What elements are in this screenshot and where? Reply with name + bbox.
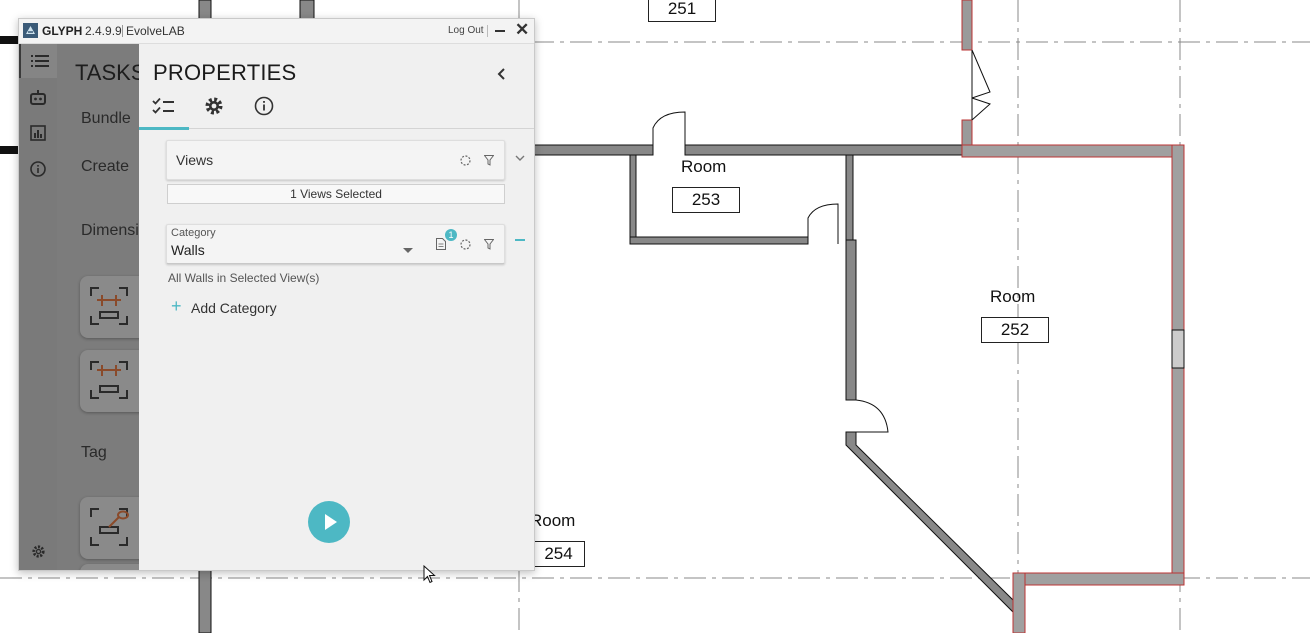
chevron-down-icon[interactable]: [515, 154, 525, 162]
checklist-icon: [152, 97, 174, 114]
room-label-252[interactable]: Room: [990, 287, 1035, 307]
dimension-task-icon: [90, 361, 128, 399]
category-value: Walls: [171, 242, 205, 258]
views-field[interactable]: Views: [166, 140, 505, 180]
left-rail: [19, 44, 59, 570]
category-field[interactable]: Category Walls 1: [166, 224, 505, 264]
task-card-partial[interactable]: [80, 564, 139, 570]
room-label-253[interactable]: Room: [681, 157, 726, 177]
title-divider: [487, 25, 488, 37]
minimize-button[interactable]: [493, 21, 507, 39]
filter-icon[interactable]: [484, 155, 494, 166]
mouse-cursor-icon: [423, 565, 436, 584]
properties-title: PROPERTIES: [153, 60, 297, 85]
room-label-254[interactable]: Room: [530, 511, 575, 531]
tab-checklist[interactable]: [151, 94, 177, 118]
rail-item-tasks[interactable]: [19, 44, 59, 78]
active-tab-indicator: [139, 127, 189, 130]
room-number-251[interactable]: 251: [648, 0, 716, 22]
rail-item-reports[interactable]: [19, 116, 57, 150]
tab-settings[interactable]: [201, 94, 227, 118]
tag-task-icon: [90, 508, 129, 546]
dimension-task-icon: [90, 287, 128, 325]
robot-icon: [30, 90, 46, 105]
room-number-254[interactable]: 254: [533, 541, 585, 567]
title-bar[interactable]: GLYPH 2.4.9.9 EvolveLAB Log Out ✕: [19, 19, 534, 44]
properties-panel: PROPERTIES Views 1 Views Selected Catego…: [139, 44, 534, 570]
close-button[interactable]: ✕: [515, 19, 529, 41]
views-selected-count[interactable]: 1 Views Selected: [167, 184, 505, 204]
filter-icon[interactable]: [484, 239, 494, 250]
info-icon: [254, 96, 274, 116]
remove-category-button[interactable]: [515, 239, 525, 241]
task-card-dimension-1[interactable]: [80, 276, 139, 338]
tasks-title: TASKS: [75, 60, 139, 85]
plus-icon[interactable]: +: [171, 296, 182, 317]
tab-divider: [139, 128, 534, 129]
tab-info[interactable]: [251, 94, 277, 118]
bar-chart-icon: [30, 125, 46, 141]
info-icon: [30, 161, 46, 177]
gear-icon: [31, 544, 45, 558]
category-caption: Category: [171, 227, 216, 239]
tasks-panel: TASKS Bundle Create Dimensi Tag: [57, 44, 139, 570]
task-section-bundle[interactable]: Bundle: [81, 110, 131, 128]
task-card-tag[interactable]: [80, 497, 139, 559]
run-button[interactable]: [308, 501, 350, 543]
logout-button[interactable]: Log Out: [448, 25, 484, 36]
task-section-create[interactable]: Create: [81, 158, 129, 176]
select-region-icon[interactable]: [460, 155, 471, 166]
room-number-253[interactable]: 253: [672, 187, 740, 213]
select-region-icon[interactable]: [460, 239, 471, 250]
task-section-tag[interactable]: Tag: [81, 444, 107, 462]
rail-item-info[interactable]: [19, 152, 57, 186]
app-name: GLYPH: [42, 24, 83, 38]
list-icon: [31, 55, 49, 67]
title-divider: [122, 25, 123, 37]
chevron-left-icon[interactable]: [494, 66, 510, 82]
company-name: EvolveLAB: [126, 24, 185, 38]
gear-icon: [205, 97, 223, 115]
count-badge: 1: [445, 229, 457, 241]
category-description: All Walls in Selected View(s): [168, 271, 320, 285]
app-version: 2.4.9.9: [85, 24, 122, 38]
glyph-logo-icon: [23, 23, 38, 38]
views-label: Views: [176, 152, 214, 168]
caret-down-icon[interactable]: [403, 248, 413, 253]
rail-settings[interactable]: [19, 534, 57, 568]
glyph-window: GLYPH 2.4.9.9 EvolveLAB Log Out ✕ TASKS …: [18, 18, 535, 571]
task-card-dimension-2[interactable]: [80, 350, 139, 412]
task-section-dimension[interactable]: Dimensi: [81, 222, 139, 240]
document-icon[interactable]: [436, 238, 446, 250]
add-category-button[interactable]: Add Category: [191, 300, 277, 316]
room-number-252[interactable]: 252: [981, 317, 1049, 343]
rail-item-automation[interactable]: [19, 80, 57, 114]
